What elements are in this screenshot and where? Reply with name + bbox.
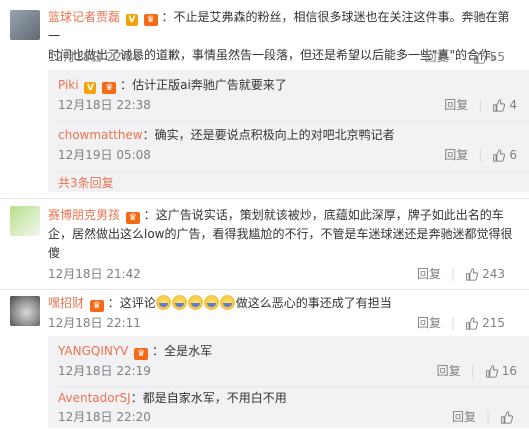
comment-username[interactable]: 赛博朋克男孩 [48, 208, 120, 222]
reply-username[interactable]: AventadorSJ [58, 391, 131, 405]
verified-badge-icon: V [125, 14, 138, 26]
like-button[interactable]: 215 [465, 314, 505, 332]
comment-meta: 12月18日 22:11 回复 | 215 [48, 314, 505, 332]
like-button[interactable]: 6 [492, 146, 517, 164]
thumb-up-icon [473, 51, 486, 64]
avatar[interactable] [10, 206, 40, 236]
like-button[interactable]: 16 [485, 362, 517, 380]
comment-meta: 12月18日 22:36 回复 | 55 [48, 48, 505, 66]
comment-time: 12月18日 21:42 [48, 267, 141, 281]
avatar[interactable] [10, 10, 40, 40]
thumb-up-icon [492, 99, 505, 112]
reply-button[interactable]: 回复 [417, 265, 441, 283]
comment-text: 嘿招财 ♛ ：这评论 做这么恶心的事还成了有担当 [48, 295, 392, 312]
reply-time: 12月18日 22:20 [58, 410, 151, 424]
reply-item: chowmatthew：确实，还是要说点积极向上的对吧北京鸭记者 12月19日 … [58, 128, 517, 164]
reply-list: YANGQINYV ♛ ：全是水军 12月18日 22:19 回复 | 16 A [48, 336, 529, 428]
comment-divider [0, 198, 529, 199]
comment-meta: 12月18日 21:42 回复 | 243 [48, 265, 505, 283]
comment-item: 篮球记者贾磊 V ♛ ：不止是艾弗森的粉丝，相信很多球迷也在关注这件事。奔驰在第… [0, 0, 529, 192]
divider [58, 171, 529, 172]
reply-time: 12月19日 05:08 [58, 148, 151, 162]
reply-button[interactable]: 回复 [425, 48, 449, 66]
crying-laugh-emoji-icon [155, 295, 236, 310]
like-count: 16 [501, 364, 517, 378]
reply-list: Piki V ♛ ：估计正版ai奔驰广告就要来了 12月18日 22:38 回复… [48, 70, 529, 192]
divider [58, 386, 529, 387]
reply-item: AventadorSJ：都是自家水军，不用白不用 12月18日 22:20 回复… [58, 389, 517, 429]
like-button[interactable] [500, 411, 517, 424]
thumb-up-icon [465, 317, 478, 330]
like-button[interactable]: 55 [473, 48, 505, 66]
thumb-up-icon [500, 411, 513, 424]
comment-username[interactable]: 篮球记者贾磊 [48, 10, 120, 24]
comment-time: 12月18日 22:11 [48, 316, 141, 330]
like-button[interactable]: 243 [465, 265, 505, 283]
comment-item: 嘿招财 ♛ ：这评论 做这么恶心的事还成了有担当 12月18日 22:11 回复 … [0, 290, 529, 428]
more-replies-link[interactable]: 共3条回复 [58, 174, 114, 191]
reply-button[interactable]: 回复 [444, 96, 468, 114]
thumb-up-icon [485, 365, 498, 378]
reply-username[interactable]: chowmatthew [58, 128, 143, 142]
reply-username[interactable]: YANGQINYV [58, 344, 128, 358]
avatar[interactable] [10, 296, 40, 326]
vip-badge-icon: ♛ [134, 348, 149, 360]
reply-button[interactable]: 回复 [437, 362, 461, 380]
reply-time: 12月18日 22:38 [58, 98, 151, 112]
like-count: 55 [489, 50, 505, 64]
comment-item: 赛博朋克男孩 ♛ ：这广告说实话，策划就该被炒，底蕴如此深厚，牌子如此出名的车 … [0, 200, 529, 286]
reply-button[interactable]: 回复 [417, 314, 441, 332]
like-count: 6 [509, 148, 517, 162]
thumb-up-icon [492, 149, 505, 162]
verified-badge-icon: V [84, 82, 97, 94]
thumb-up-icon [465, 268, 478, 281]
comment-time: 12月18日 22:36 [48, 50, 141, 64]
like-button[interactable]: 4 [492, 96, 517, 114]
reply-item: Piki V ♛ ：估计正版ai奔驰广告就要来了 12月18日 22:38 回复… [58, 78, 517, 114]
vip-badge-icon: ♛ [143, 14, 158, 26]
like-count: 243 [482, 267, 505, 281]
vip-badge-icon: ♛ [125, 212, 140, 224]
like-count: 215 [482, 316, 505, 330]
reply-button[interactable]: 回复 [444, 146, 468, 164]
reply-time: 12月18日 22:19 [58, 364, 151, 378]
like-count: 4 [509, 98, 517, 112]
comment-username[interactable]: 嘿招财 [48, 296, 84, 310]
vip-badge-icon: ♛ [89, 300, 104, 312]
divider [58, 121, 529, 122]
reply-username[interactable]: Piki [58, 78, 79, 92]
reply-item: YANGQINYV ♛ ：全是水军 12月18日 22:19 回复 | 16 [58, 344, 517, 380]
vip-badge-icon: ♛ [102, 82, 117, 94]
comment-text: 赛博朋克男孩 ♛ ：这广告说实话，策划就该被炒，底蕴如此深厚，牌子如此出名的车 … [48, 208, 513, 260]
reply-button[interactable]: 回复 [452, 408, 476, 426]
